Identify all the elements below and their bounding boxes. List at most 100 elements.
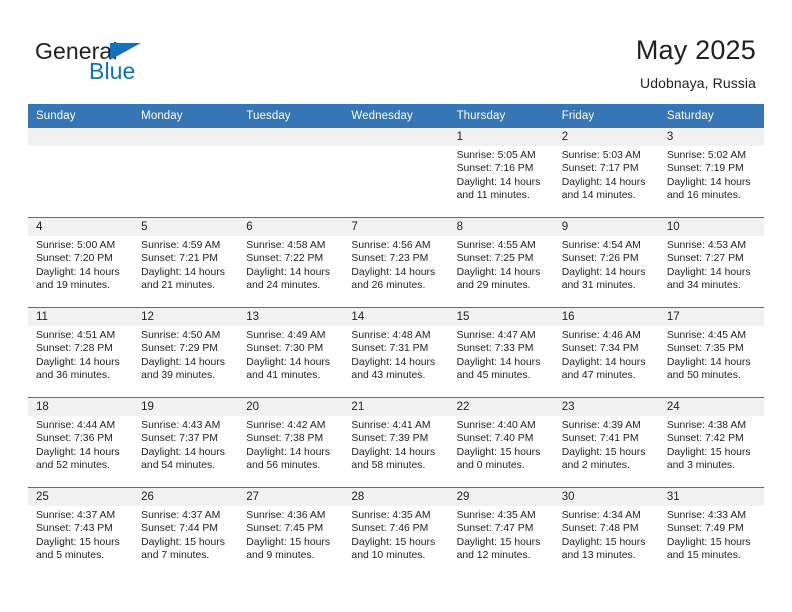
- day-detail-sunset: Sunset: 7:29 PM: [141, 343, 218, 355]
- calendar-day-cell[interactable]: 11 Sunrise: 4:51 AM Sunset: 7:28 PM Dayligh…: [28, 307, 134, 398]
- day-detail-daylight1: Daylight: 14 hours: [456, 176, 541, 188]
- day-number: 9: [553, 218, 659, 236]
- day-detail-daylight2: and 21 minutes.: [141, 280, 216, 292]
- day-number: 8: [448, 218, 554, 236]
- calendar-day-cell[interactable]: 10 Sunrise: 4:53 AM Sunset: 7:27 PM Dayligh…: [658, 217, 764, 308]
- day-details: Sunrise: 4:33 AM Sunset: 7:49 PM Daylight:…: [659, 506, 764, 563]
- day-details: Sunrise: 4:46 AM Sunset: 7:34 PM Daylight:…: [554, 326, 659, 383]
- day-detail-sunset: Sunset: 7:27 PM: [666, 253, 744, 265]
- day-details: Sunrise: 5:00 AM Sunset: 7:20 PM Daylight:…: [28, 236, 133, 293]
- day-detail-sunrise: Sunrise: 4:33 AM: [666, 510, 746, 521]
- calendar-day-cell[interactable]: 8 Sunrise: 4:55 AM Sunset: 7:25 PM Daylight…: [448, 217, 554, 308]
- calendar-day-cell[interactable]: 30 Sunrise: 4:34 AM Sunset: 7:48 PM Dayligh…: [553, 487, 659, 577]
- day-cell-content: 17 Sunrise: 4:45 AM Sunset: 7:35 PM Dayligh…: [658, 308, 764, 397]
- calendar-day-cell[interactable]: [238, 128, 344, 218]
- calendar-day-cell[interactable]: [343, 128, 449, 218]
- day-detail-daylight1: Daylight: 15 hours: [36, 536, 120, 548]
- day-detail-daylight1: Daylight: 14 hours: [351, 266, 436, 278]
- calendar-header-row: Sunday Monday Tuesday Wednesday Thursday Frid…: [28, 104, 764, 128]
- calendar-day-cell[interactable]: 21 Sunrise: 4:41 AM Sunset: 7:39 PM Dayligh…: [343, 397, 449, 488]
- calendar-day-cell[interactable]: 31 Sunrise: 4:33 AM Sunset: 7:49 PM Dayligh…: [658, 487, 764, 577]
- day-cell-content: 6 Sunrise: 4:58 AM Sunset: 7:22 PM Daylight…: [238, 218, 344, 307]
- day-cell-content: 23 Sunrise: 4:39 AM Sunset: 7:41 PM Dayligh…: [553, 398, 659, 487]
- day-number: 15: [448, 308, 554, 326]
- day-detail-sunset: Sunset: 7:49 PM: [666, 523, 744, 535]
- calendar-day-cell[interactable]: 5 Sunrise: 4:59 AM Sunset: 7:21 PM Daylight…: [133, 217, 239, 308]
- calendar-day-cell[interactable]: 20 Sunrise: 4:42 AM Sunset: 7:38 PM Dayligh…: [238, 397, 344, 488]
- day-detail-sunrise: Sunrise: 4:55 AM: [456, 240, 536, 251]
- day-details: Sunrise: 4:42 AM Sunset: 7:38 PM Daylight:…: [238, 416, 343, 473]
- calendar-day-cell[interactable]: 19 Sunrise: 4:43 AM Sunset: 7:37 PM Dayligh…: [133, 397, 239, 488]
- day-detail-sunrise: Sunrise: 4:42 AM: [246, 420, 326, 431]
- weekday-header-thursday: Thursday: [448, 104, 554, 128]
- day-detail-daylight2: and 54 minutes.: [141, 460, 216, 472]
- calendar-day-cell[interactable]: 12 Sunrise: 4:50 AM Sunset: 7:29 PM Dayligh…: [133, 307, 239, 398]
- calendar-page: General Blue May 2025 Udobnaya, Russia S…: [0, 0, 792, 612]
- day-detail-sunset: Sunset: 7:31 PM: [351, 343, 429, 355]
- calendar-day-cell[interactable]: 28 Sunrise: 4:35 AM Sunset: 7:46 PM Dayligh…: [343, 487, 449, 577]
- day-detail-sunrise: Sunrise: 5:03 AM: [561, 150, 641, 161]
- calendar-week-row: 11 Sunrise: 4:51 AM Sunset: 7:28 PM Dayligh…: [28, 307, 764, 398]
- day-detail-daylight2: and 9 minutes.: [246, 550, 315, 562]
- day-number: 1: [448, 128, 554, 146]
- day-detail-sunrise: Sunrise: 4:37 AM: [141, 510, 221, 521]
- calendar-day-cell[interactable]: [28, 128, 134, 218]
- day-detail-daylight1: Daylight: 15 hours: [246, 536, 331, 548]
- day-details: Sunrise: 5:03 AM Sunset: 7:17 PM Daylight:…: [554, 146, 659, 203]
- calendar-day-cell[interactable]: 22 Sunrise: 4:40 AM Sunset: 7:40 PM Dayligh…: [448, 397, 554, 488]
- weekday-header-sunday: Sunday: [28, 104, 134, 128]
- day-cell-content: 21 Sunrise: 4:41 AM Sunset: 7:39 PM Dayligh…: [343, 398, 449, 487]
- calendar-day-cell[interactable]: 16 Sunrise: 4:46 AM Sunset: 7:34 PM Dayligh…: [553, 307, 659, 398]
- calendar-day-cell[interactable]: 4 Sunrise: 5:00 AM Sunset: 7:20 PM Daylight…: [28, 217, 134, 308]
- day-detail-sunset: Sunset: 7:38 PM: [246, 433, 324, 445]
- calendar-week-row: 18 Sunrise: 4:44 AM Sunset: 7:36 PM Dayligh…: [28, 397, 764, 488]
- day-cell-content: 19 Sunrise: 4:43 AM Sunset: 7:37 PM Dayligh…: [133, 398, 239, 487]
- day-cell-content: 10 Sunrise: 4:53 AM Sunset: 7:27 PM Dayligh…: [658, 218, 764, 307]
- day-number: 17: [658, 308, 764, 326]
- day-detail-daylight1: Daylight: 15 hours: [561, 536, 646, 548]
- day-details: Sunrise: 4:44 AM Sunset: 7:36 PM Daylight:…: [28, 416, 133, 473]
- calendar-day-cell[interactable]: 24 Sunrise: 4:38 AM Sunset: 7:42 PM Dayligh…: [658, 397, 764, 488]
- calendar-day-cell[interactable]: 14 Sunrise: 4:48 AM Sunset: 7:31 PM Dayligh…: [343, 307, 449, 398]
- calendar-day-cell[interactable]: 6 Sunrise: 4:58 AM Sunset: 7:22 PM Daylight…: [238, 217, 344, 308]
- calendar-day-cell[interactable]: 13 Sunrise: 4:49 AM Sunset: 7:30 PM Dayligh…: [238, 307, 344, 398]
- day-number: 13: [238, 308, 344, 326]
- calendar-day-cell[interactable]: 26 Sunrise: 4:37 AM Sunset: 7:44 PM Dayligh…: [133, 487, 239, 577]
- day-details: Sunrise: 4:58 AM Sunset: 7:22 PM Daylight:…: [238, 236, 343, 293]
- day-number: 10: [658, 218, 764, 236]
- day-detail-daylight1: Daylight: 15 hours: [141, 536, 225, 548]
- day-cell-content: 7 Sunrise: 4:56 AM Sunset: 7:23 PM Daylight…: [343, 218, 449, 307]
- day-details: Sunrise: 4:37 AM Sunset: 7:43 PM Daylight:…: [28, 506, 133, 563]
- day-details: Sunrise: 4:35 AM Sunset: 7:47 PM Daylight:…: [449, 506, 554, 563]
- calendar-day-cell[interactable]: 29 Sunrise: 4:35 AM Sunset: 7:47 PM Dayligh…: [448, 487, 554, 577]
- day-detail-sunset: Sunset: 7:33 PM: [456, 343, 534, 355]
- calendar-day-cell[interactable]: 7 Sunrise: 4:56 AM Sunset: 7:23 PM Daylight…: [343, 217, 449, 308]
- day-detail-sunset: Sunset: 7:19 PM: [666, 163, 744, 175]
- calendar-day-cell[interactable]: 9 Sunrise: 4:54 AM Sunset: 7:26 PM Daylight…: [553, 217, 659, 308]
- calendar-day-cell[interactable]: 1 Sunrise: 5:05 AM Sunset: 7:16 PM Daylight…: [448, 128, 554, 218]
- day-detail-sunset: Sunset: 7:34 PM: [561, 343, 639, 355]
- day-detail-daylight2: and 13 minutes.: [561, 550, 636, 562]
- calendar-day-cell[interactable]: [133, 128, 239, 218]
- day-detail-sunrise: Sunrise: 4:43 AM: [141, 420, 221, 431]
- day-detail-sunrise: Sunrise: 4:47 AM: [456, 330, 536, 341]
- calendar-day-cell[interactable]: 3 Sunrise: 5:02 AM Sunset: 7:19 PM Daylight…: [658, 128, 764, 218]
- day-number: [238, 128, 344, 146]
- day-detail-sunset: Sunset: 7:30 PM: [246, 343, 324, 355]
- calendar-day-cell[interactable]: 23 Sunrise: 4:39 AM Sunset: 7:41 PM Dayligh…: [553, 397, 659, 488]
- day-number: 30: [553, 488, 659, 506]
- weekday-header-tuesday: Tuesday: [238, 104, 344, 128]
- calendar-day-cell[interactable]: 18 Sunrise: 4:44 AM Sunset: 7:36 PM Dayligh…: [28, 397, 134, 488]
- day-cell-content: 24 Sunrise: 4:38 AM Sunset: 7:42 PM Dayligh…: [658, 398, 764, 487]
- general-blue-logo[interactable]: General Blue: [35, 38, 235, 86]
- calendar-day-cell[interactable]: 2 Sunrise: 5:03 AM Sunset: 7:17 PM Daylight…: [553, 128, 659, 218]
- day-detail-sunrise: Sunrise: 4:41 AM: [351, 420, 431, 431]
- calendar-day-cell[interactable]: 25 Sunrise: 4:37 AM Sunset: 7:43 PM Dayligh…: [28, 487, 134, 577]
- calendar-day-cell[interactable]: 17 Sunrise: 4:45 AM Sunset: 7:35 PM Dayligh…: [658, 307, 764, 398]
- day-detail-daylight2: and 26 minutes.: [351, 280, 426, 292]
- calendar-day-cell[interactable]: 27 Sunrise: 4:36 AM Sunset: 7:45 PM Dayligh…: [238, 487, 344, 577]
- day-detail-sunrise: Sunrise: 4:51 AM: [36, 330, 116, 341]
- day-number: 28: [343, 488, 449, 506]
- calendar-day-cell[interactable]: 15 Sunrise: 4:47 AM Sunset: 7:33 PM Dayligh…: [448, 307, 554, 398]
- day-detail-sunrise: Sunrise: 5:00 AM: [36, 240, 116, 251]
